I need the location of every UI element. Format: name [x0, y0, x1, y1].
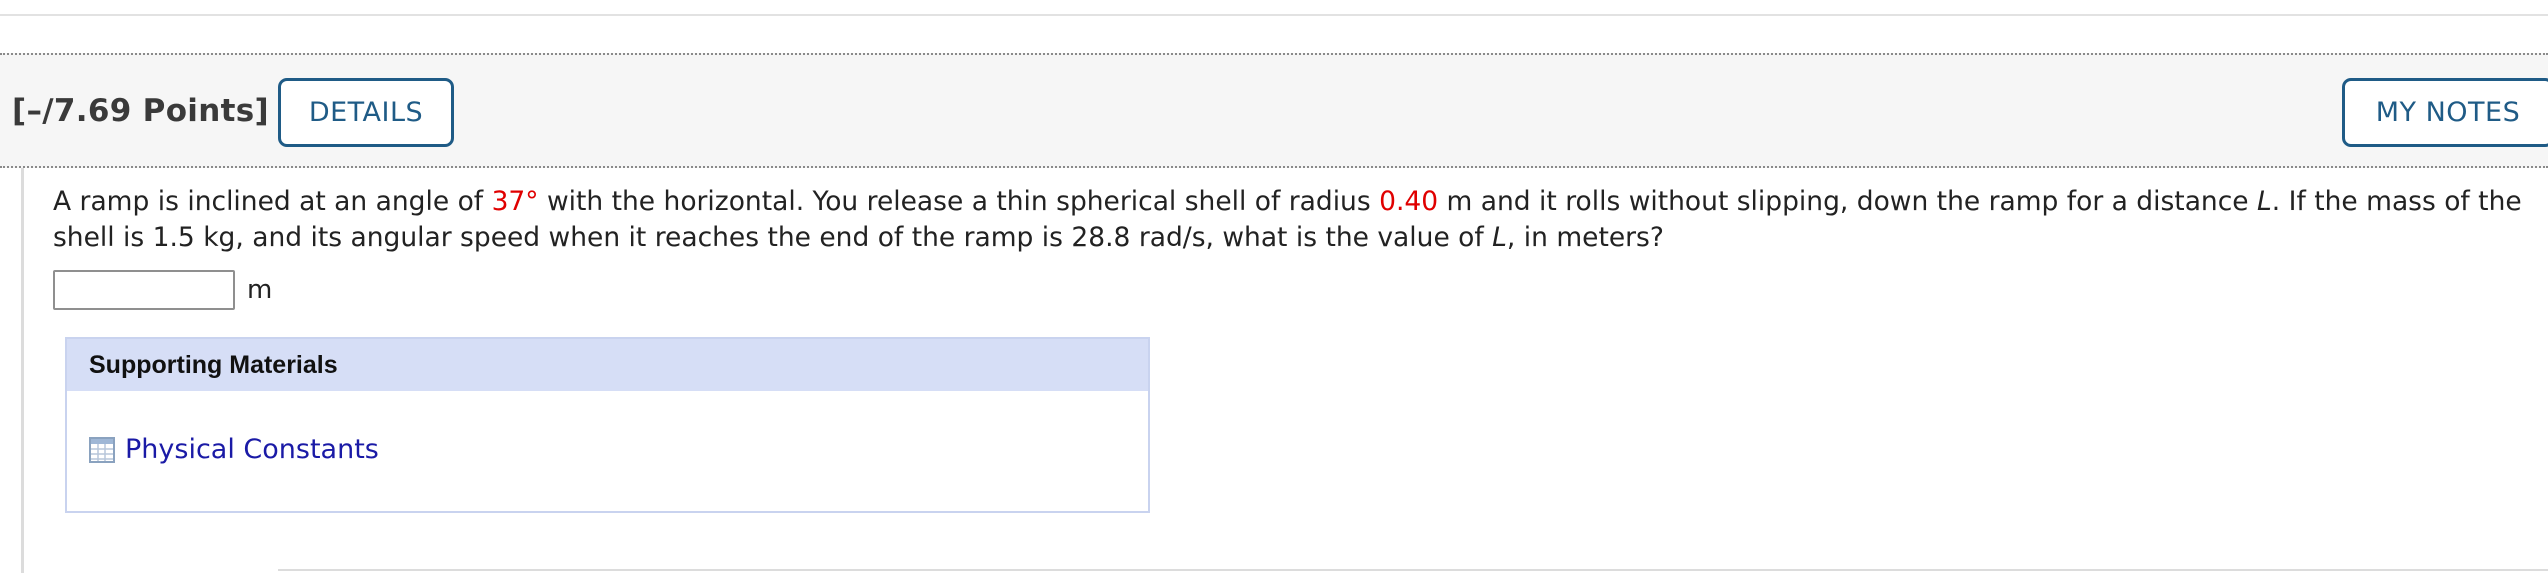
variable-l: L — [2257, 186, 2272, 217]
details-button[interactable]: DETAILS — [278, 78, 454, 147]
physical-constants-label: Physical Constants — [125, 434, 379, 465]
question-header: [–/7.69 Points] DETAILS MY NOTES — [0, 53, 2548, 168]
table-icon — [89, 436, 115, 463]
supporting-materials-panel: Supporting Materials Physical Constants — [65, 337, 1150, 513]
top-divider — [0, 14, 2548, 16]
angle-value: 37° — [491, 186, 539, 217]
answer-unit: m — [247, 275, 273, 305]
question-text-part: A ramp is inclined at an angle of — [53, 186, 492, 217]
question-text-part: , in meters? — [1506, 222, 1664, 253]
supporting-materials-title: Supporting Materials — [67, 339, 1148, 391]
radius-value: 0.40 — [1379, 186, 1439, 217]
points-label: [–/7.69 Points] — [12, 93, 269, 129]
question-text: A ramp is inclined at an angle of 37° wi… — [53, 184, 2533, 256]
answer-input[interactable] — [53, 270, 235, 310]
question-text-part: with the horizontal. You release a thin … — [538, 186, 1380, 217]
physical-constants-link[interactable]: Physical Constants — [89, 434, 379, 465]
answer-row: m — [53, 268, 272, 312]
my-notes-button[interactable]: MY NOTES — [2342, 78, 2548, 147]
question-text-part: m and it rolls without slipping, down th… — [1438, 186, 2258, 217]
bottom-divider — [278, 569, 2548, 571]
question-left-border — [21, 168, 24, 573]
variable-l: L — [1492, 222, 1507, 253]
